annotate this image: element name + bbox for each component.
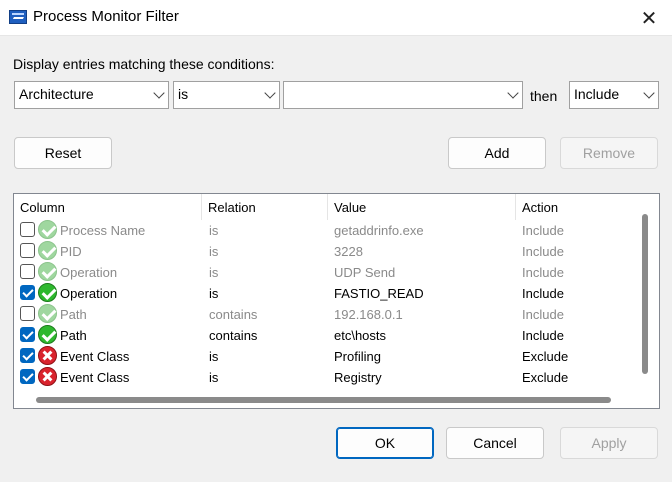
window-title: Process Monitor Filter: [33, 8, 179, 25]
row-column: Event Class: [60, 370, 130, 385]
row-checkbox[interactable]: [20, 348, 35, 363]
red-x-icon: [38, 346, 57, 365]
row-value: etc\hosts: [334, 328, 387, 343]
relation-combo[interactable]: is: [173, 81, 280, 109]
vertical-scrollbar[interactable]: [642, 214, 648, 374]
horizontal-scrollbar[interactable]: [36, 397, 611, 403]
row-checkbox[interactable]: [20, 327, 35, 342]
close-button[interactable]: ✕: [626, 0, 672, 36]
green-check-icon: [38, 304, 57, 323]
action-combo-value: Include: [574, 86, 620, 102]
row-value: 192.168.0.1: [334, 307, 403, 322]
row-column: Event Class: [60, 349, 130, 364]
red-x-icon: [38, 367, 57, 386]
row-action: Exclude: [522, 370, 569, 385]
row-checkbox[interactable]: [20, 369, 35, 384]
header-column[interactable]: Column: [14, 194, 202, 220]
column-combo-value: Architecture: [19, 86, 94, 102]
row-column: Path: [60, 328, 87, 343]
chevron-down-icon: [153, 87, 165, 99]
header-action[interactable]: Action: [516, 194, 637, 220]
row-column: Process Name: [60, 223, 146, 238]
table-row[interactable]: Process Name is getaddrinfo.exe Include: [14, 220, 637, 241]
row-value: FASTIO_READ: [334, 286, 424, 301]
table-row[interactable]: Operation is FASTIO_READ Include: [14, 283, 637, 304]
table-row[interactable]: PID is 3228 Include: [14, 241, 637, 262]
filter-list[interactable]: Column Relation Value Action Process Nam…: [13, 193, 660, 409]
row-checkbox[interactable]: [20, 222, 35, 237]
green-check-icon: [38, 283, 57, 302]
green-check-icon: [38, 220, 57, 239]
close-icon: ✕: [640, 7, 658, 30]
row-action: Include: [522, 328, 564, 343]
ok-button[interactable]: OK: [336, 427, 434, 459]
row-action: Include: [522, 286, 564, 301]
row-relation: is: [209, 244, 219, 259]
row-action: Exclude: [522, 349, 569, 364]
row-action: Include: [522, 223, 564, 238]
cancel-button[interactable]: Cancel: [446, 427, 544, 459]
row-value: Profiling: [334, 349, 381, 364]
header-value[interactable]: Value: [328, 194, 516, 220]
table-row[interactable]: Path contains etc\hosts Include: [14, 325, 637, 346]
header-relation[interactable]: Relation: [202, 194, 328, 220]
table-row[interactable]: Operation is UDP Send Include: [14, 262, 637, 283]
row-action: Include: [522, 265, 564, 280]
chevron-down-icon: [264, 87, 276, 99]
row-relation: contains: [209, 307, 258, 322]
row-relation: is: [209, 265, 219, 280]
add-button[interactable]: Add: [448, 137, 546, 169]
remove-button[interactable]: Remove: [560, 137, 658, 169]
row-value: Registry: [334, 370, 382, 385]
green-check-icon: [38, 325, 57, 344]
row-action: Include: [522, 307, 564, 322]
row-checkbox[interactable]: [20, 306, 35, 321]
row-column: Operation: [60, 286, 118, 301]
row-relation: contains: [209, 328, 258, 343]
row-relation: is: [209, 223, 219, 238]
row-column: PID: [60, 244, 82, 259]
reset-button[interactable]: Reset: [14, 137, 112, 169]
table-row[interactable]: Event Class is Registry Exclude: [14, 367, 637, 388]
conditions-prompt: Display entries matching these condition…: [13, 56, 275, 72]
row-checkbox[interactable]: [20, 285, 35, 300]
row-value: getaddrinfo.exe: [334, 223, 424, 238]
relation-combo-value: is: [178, 86, 189, 102]
green-check-icon: [38, 241, 57, 260]
chevron-down-icon: [507, 87, 519, 99]
row-relation: is: [209, 349, 219, 364]
dialog-footer: OK Cancel Apply: [0, 410, 672, 482]
list-header: Column Relation Value Action: [14, 194, 637, 220]
chevron-down-icon: [643, 87, 655, 99]
row-column: Operation: [60, 265, 118, 280]
action-combo[interactable]: Include: [569, 81, 659, 109]
row-action: Include: [522, 244, 564, 259]
row-relation: is: [209, 370, 219, 385]
row-column: Path: [60, 307, 87, 322]
value-combo[interactable]: [283, 81, 523, 109]
row-checkbox[interactable]: [20, 243, 35, 258]
title-bar: Process Monitor Filter ✕: [0, 0, 672, 36]
row-value: UDP Send: [334, 265, 396, 280]
table-row[interactable]: Path contains 192.168.0.1 Include: [14, 304, 637, 325]
row-value: 3228: [334, 244, 363, 259]
row-relation: is: [209, 286, 219, 301]
table-row[interactable]: Event Class is Profiling Exclude: [14, 346, 637, 367]
process-monitor-icon: [9, 10, 27, 24]
apply-button[interactable]: Apply: [560, 427, 658, 459]
column-combo[interactable]: Architecture: [14, 81, 169, 109]
then-label: then: [530, 88, 558, 104]
row-checkbox[interactable]: [20, 264, 35, 279]
green-check-icon: [38, 262, 57, 281]
